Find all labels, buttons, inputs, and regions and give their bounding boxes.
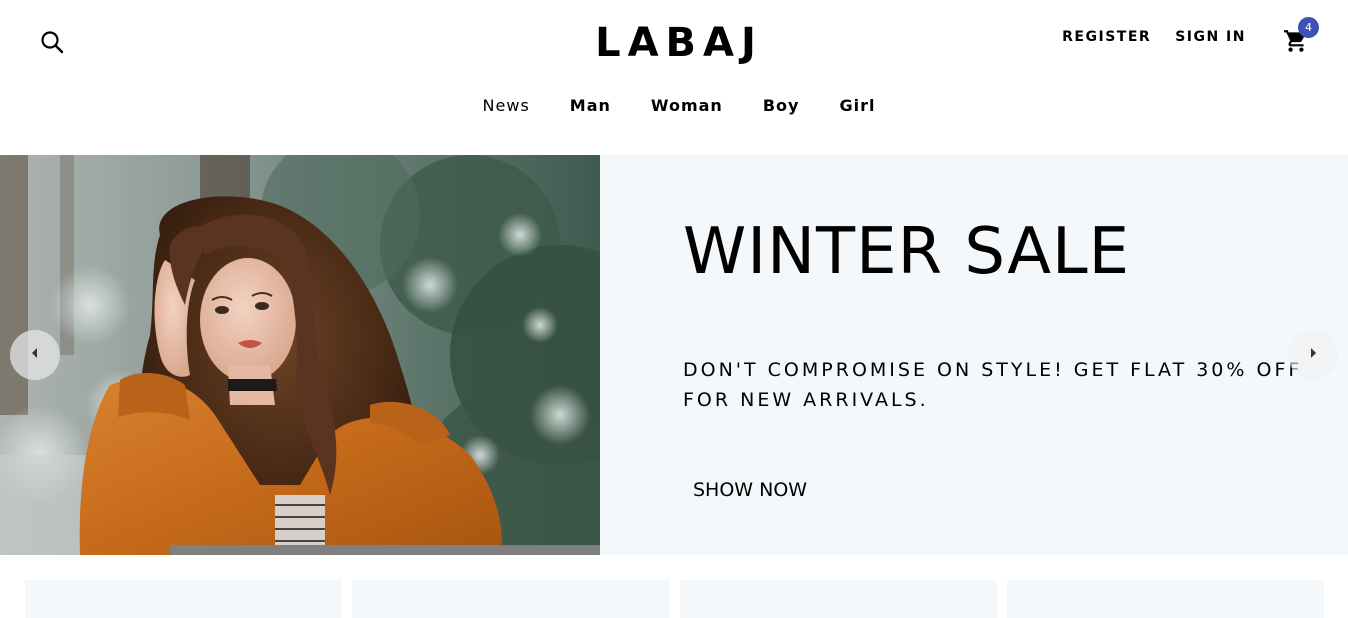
nav-item-man[interactable]: Man	[550, 96, 631, 115]
main-nav: News Man Woman Boy Girl	[0, 96, 1348, 116]
arrow-left-icon	[30, 346, 40, 364]
slide-title: WINTER SALE	[683, 215, 1131, 289]
nav-item-woman[interactable]: Woman	[631, 96, 743, 115]
hero-image	[0, 155, 600, 555]
arrow-right-icon	[1308, 346, 1318, 364]
category-card[interactable]	[25, 580, 343, 618]
nav-item-news[interactable]: News	[463, 96, 550, 115]
category-card[interactable]	[1006, 580, 1324, 618]
slide-progress-bar	[170, 545, 600, 555]
show-now-button[interactable]: SHOW NOW	[683, 475, 817, 505]
hero-slider: WINTER SALE DON'T COMPROMISE ON STYLE! G…	[0, 155, 1348, 555]
slide-description: DON'T COMPROMISE ON STYLE! GET FLAT 30% …	[683, 359, 1303, 411]
category-cards	[25, 580, 1324, 618]
nav-item-boy[interactable]: Boy	[743, 96, 820, 115]
register-link[interactable]: REGISTER	[1062, 29, 1151, 45]
sign-in-link[interactable]: SIGN IN	[1175, 29, 1246, 45]
site-header: LABAJ REGISTER SIGN IN 4 News Man Woman …	[0, 0, 1348, 155]
account-links: REGISTER SIGN IN	[1062, 29, 1246, 45]
category-card[interactable]	[679, 580, 997, 618]
category-card[interactable]	[352, 580, 670, 618]
nav-item-girl[interactable]: Girl	[819, 96, 895, 115]
cart-count-badge: 4	[1298, 17, 1319, 38]
slider-prev-button[interactable]	[10, 330, 60, 380]
slider-next-button[interactable]	[1288, 330, 1338, 380]
